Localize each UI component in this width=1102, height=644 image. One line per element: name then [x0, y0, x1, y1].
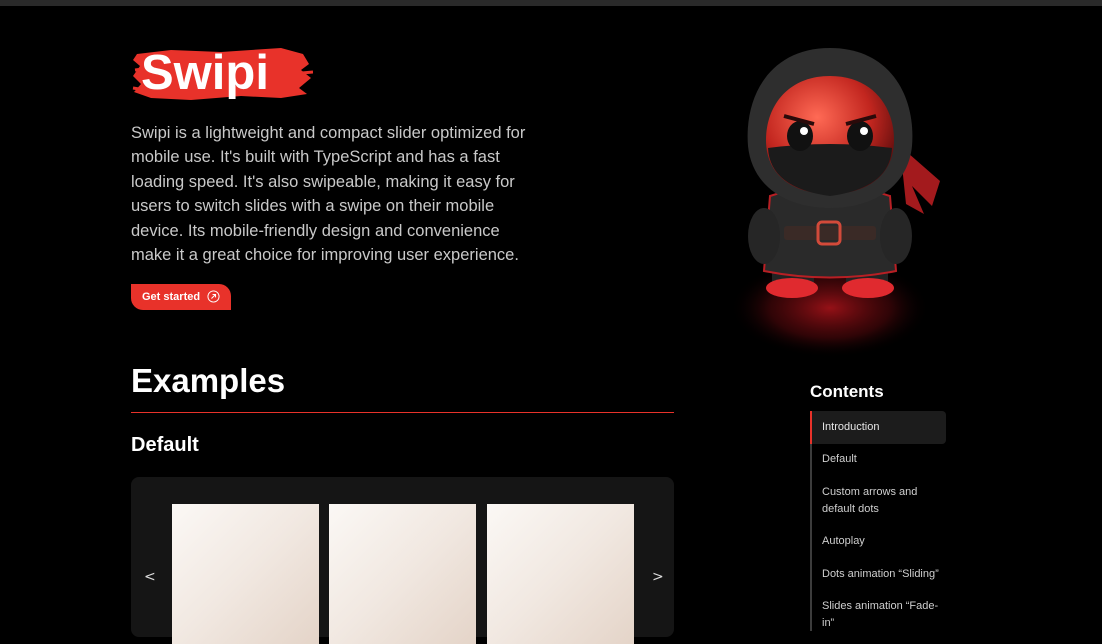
toc-item-dots-animation[interactable]: Dots animation “Sliding” [812, 566, 946, 583]
toc-item-default[interactable]: Default [812, 451, 946, 468]
default-slider[interactable]: < > [131, 477, 674, 644]
logo-text: Swipi [141, 46, 269, 100]
examples-heading: Examples [131, 362, 286, 399]
prev-arrow-button[interactable]: < [144, 569, 156, 585]
toc-item-slides-animation[interactable]: Slides animation “Fade-in” [812, 598, 946, 632]
toc-item-introduction[interactable]: Introduction [810, 411, 946, 444]
get-started-label: Get started [142, 291, 201, 303]
slide-1[interactable] [172, 504, 319, 644]
toc-item-autoplay[interactable]: Autoplay [812, 533, 946, 550]
get-started-button[interactable]: Get started [131, 284, 231, 310]
slide-2[interactable] [329, 504, 476, 644]
table-of-contents: Introduction Default Custom arrows and d… [810, 411, 948, 631]
toc-item-custom-arrows[interactable]: Custom arrows and default dots [812, 484, 946, 518]
intro-paragraph: Swipi is a lightweight and compact slide… [131, 124, 526, 265]
top-bar [0, 0, 1102, 6]
next-arrow-button[interactable]: > [652, 569, 664, 585]
ninja-mascot-illustration [700, 36, 960, 366]
slide-3[interactable] [487, 504, 634, 644]
swipi-logo[interactable]: Swipi [131, 44, 313, 106]
contents-title: Contents [810, 382, 884, 401]
arrow-up-right-icon [207, 290, 220, 303]
section-divider [131, 412, 674, 413]
default-heading: Default [131, 434, 199, 456]
